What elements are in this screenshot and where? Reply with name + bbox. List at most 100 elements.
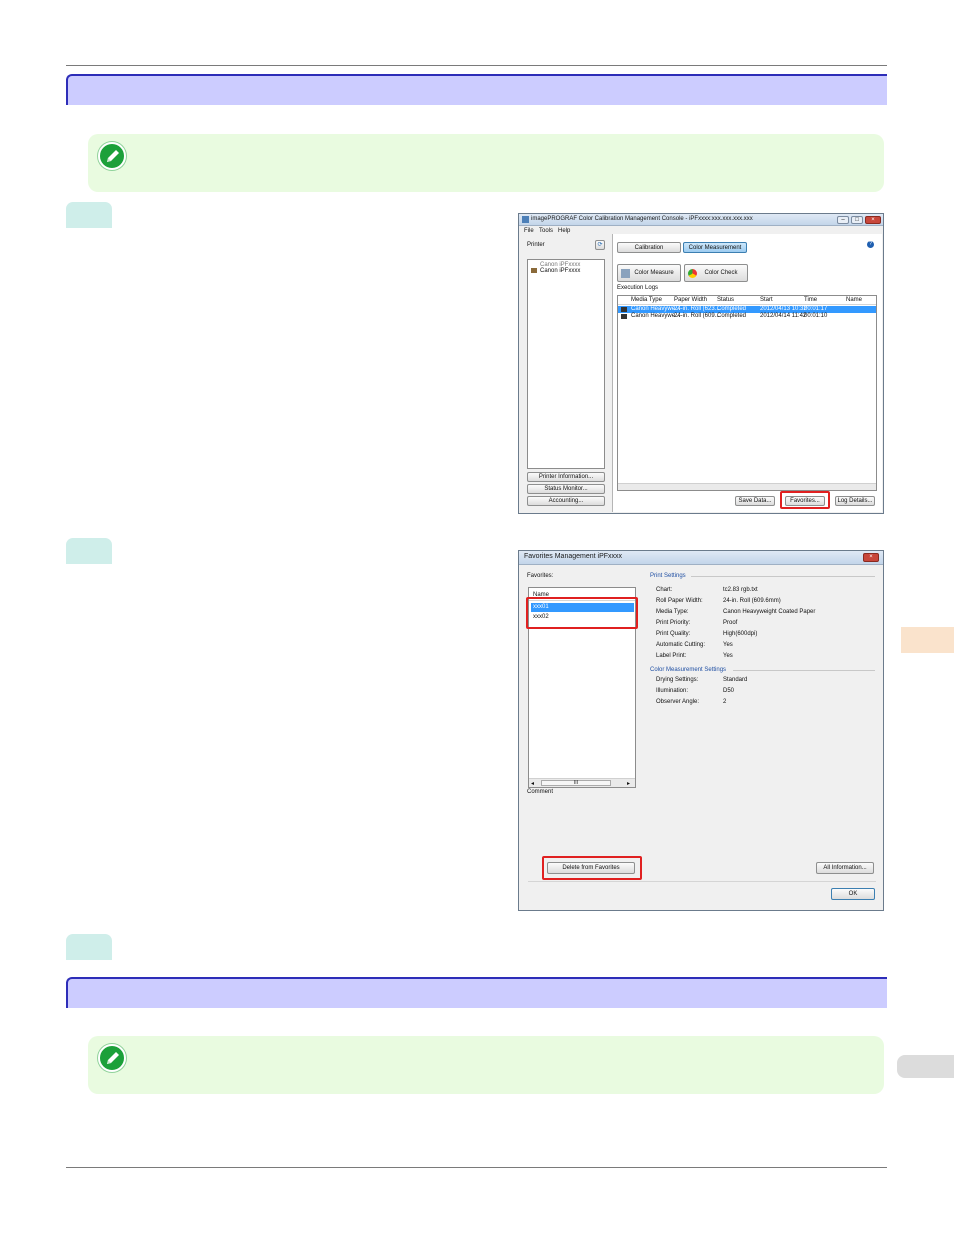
cell: 24-in. Roll (609... [674,313,720,319]
setting-key: Automatic Cutting: [656,642,706,648]
favorites-items-highlight [526,597,638,629]
col-start[interactable]: Start [760,297,773,303]
setting-value: tc2.83 rgb.txt [723,587,758,593]
setting-value: 2 [723,699,727,705]
print-settings-title: Print Settings [650,573,686,579]
col-paper-width[interactable]: Paper Width [674,297,707,303]
setting-key: Label Print: [656,653,687,659]
color-measure-button[interactable]: Color Measure [617,264,681,282]
refresh-icon[interactable]: ⟳ [595,240,605,250]
scroll-thumb[interactable]: III [541,780,611,786]
favorites-window-title: Favorites Management iPFxxxx [524,553,623,560]
step-tab-1 [66,202,112,228]
setting-key: Drying Settings: [656,677,699,683]
minimize-button[interactable]: – [837,216,849,224]
cell: Completed [717,313,747,319]
row-printer-icon [621,307,627,312]
printer-tree: Canon iPFxxxx Canon iPFxxxx [527,259,605,469]
measure-settings-list: Drying Settings: Standard Illumination: D5… [656,677,876,710]
printer-label: Printer [527,242,545,248]
cell: 2012/04/13 10:32 [760,306,807,312]
setting-key: Observer Angle: [656,699,700,705]
close-icon[interactable]: × [863,553,879,562]
help-icon[interactable]: ? [867,241,874,248]
cell: Canon Heavywe... [631,306,681,312]
execution-logs-label: Execution Logs [617,285,659,291]
cell: Canon Heavywe... [631,313,681,319]
calibration-window-title: imagePROGRAF Color Calibration Managemen… [531,216,753,222]
list-scrollbar[interactable]: ◂ III ▸ [529,778,635,787]
setting-key: Roll Paper Width: [656,598,703,604]
note-pencil-icon [98,142,126,170]
table-row[interactable]: Canon Heavywe... 24-in. Roll (609... Com… [618,313,876,320]
note-box-2 [88,1036,884,1094]
side-index-tab[interactable] [897,1055,954,1078]
setting-row: Observer Angle: 2 [656,699,876,710]
menu-help[interactable]: Help [558,228,570,234]
setting-value: D50 [723,688,735,694]
setting-value: 24-in. Roll (609.6mm) [723,598,781,604]
measure-settings-title: Color Measurement Settings [650,667,727,673]
col-status[interactable]: Status [717,297,734,303]
setting-row: Chart: tc2.83 rgb.txt [656,587,876,598]
menu-tools[interactable]: Tools [539,228,553,234]
app-icon [522,216,529,223]
logs-header-row: Media Type Paper Width Status Start Time… [618,296,876,305]
header-rule [66,65,887,66]
status-monitor-button[interactable]: Status Monitor... [527,484,605,494]
setting-key: Media Type: [656,609,689,615]
setting-row: Print Quality: High(600dpi) [656,631,876,642]
setting-key: Print Quality: [656,631,691,637]
menu-file[interactable]: File [524,228,534,234]
measure-settings-line [733,670,875,671]
color-check-icon [688,269,697,278]
cell: 2012/04/14 11:42 [760,313,807,319]
printer-tree-item[interactable]: Canon iPFxxxx [540,268,580,274]
note-pencil-icon [98,1044,126,1072]
printer-information-button[interactable]: Printer Information... [527,472,605,482]
section-heading-bar-1 [66,74,887,105]
delete-highlight [542,856,642,880]
setting-value: Yes [723,653,733,659]
cell: 24-in. Roll (623... [674,306,720,312]
setting-value: High(600dpi) [723,631,758,637]
note-box-1 [88,134,884,192]
tab-calibration[interactable]: Calibration [617,242,681,253]
table-row[interactable]: Canon Heavywe... 24-in. Roll (623... Com… [618,306,876,313]
setting-row: Illumination: D50 [656,688,876,699]
color-check-button[interactable]: Color Check [684,264,748,282]
section-heading-bar-2 [66,977,887,1008]
setting-row: Automatic Cutting: Yes [656,642,876,653]
printer-icon [531,268,537,273]
maximize-button[interactable]: □ [851,216,863,224]
col-name[interactable]: Name [846,297,862,303]
setting-key: Chart: [656,587,673,593]
horizontal-scrollbar[interactable] [618,483,876,490]
scroll-left-arrow[interactable]: ◂ [531,780,534,787]
execution-logs-table: Media Type Paper Width Status Start Time… [617,295,877,491]
col-time[interactable]: Time [804,297,817,303]
close-icon[interactable]: × [865,216,881,224]
setting-value: Canon Heavyweight Coated Paper [723,609,816,615]
setting-key: Print Priority: [656,620,691,626]
color-measure-label: Color Measure [634,270,674,276]
calibration-titlebar: imagePROGRAF Color Calibration Managemen… [519,214,883,226]
col-media-type[interactable]: Media Type [631,297,662,303]
side-chapter-tab[interactable] [901,627,954,653]
ok-button[interactable]: OK [831,888,875,900]
setting-row: Print Priority: Proof [656,620,876,631]
comment-label: Comment [527,789,554,795]
all-information-button[interactable]: All Information... [816,862,874,874]
scroll-right-arrow[interactable]: ▸ [627,780,630,787]
setting-row: Label Print: Yes [656,653,876,664]
tab-color-measurement[interactable]: Color Measurement [683,242,747,253]
dialog-divider [528,881,876,882]
log-details-button[interactable]: Log Details... [835,496,875,506]
save-data-button[interactable]: Save Data... [735,496,775,506]
print-settings-list: Chart: tc2.83 rgb.txt Roll Paper Width: 24… [656,587,876,664]
step-tab-2 [66,538,112,564]
print-settings-line [691,576,875,577]
color-measure-icon [621,269,630,278]
step-tab-3 [66,934,112,960]
accounting-button[interactable]: Accounting... [527,496,605,506]
